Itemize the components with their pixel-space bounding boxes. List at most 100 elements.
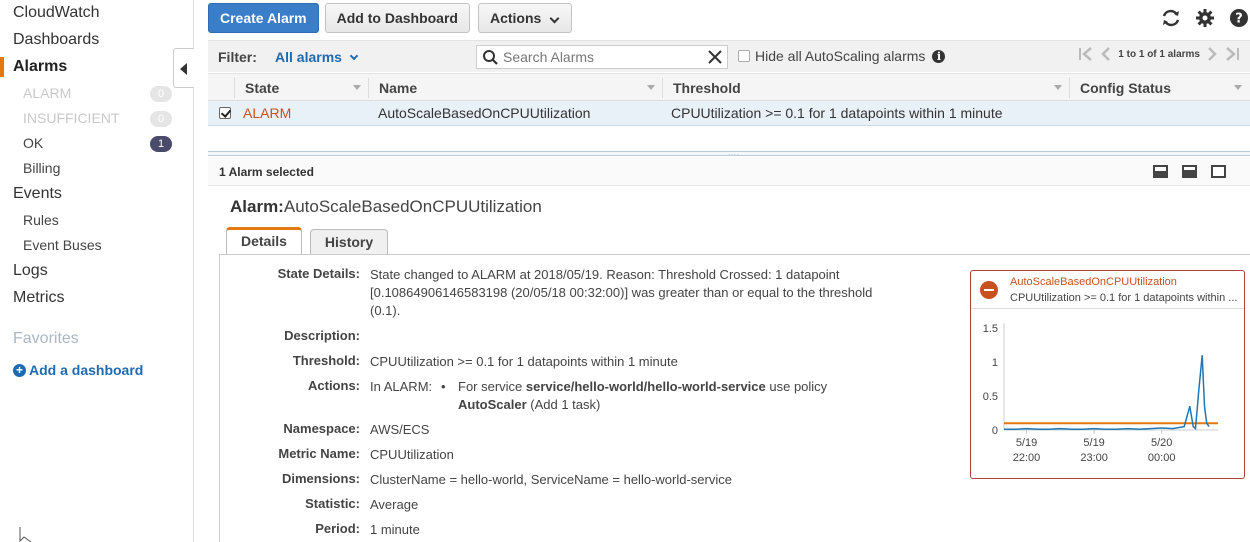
prev-page-icon[interactable]: [1100, 47, 1112, 61]
dimensions-label: Dimensions:: [281, 471, 360, 486]
column-threshold[interactable]: Threshold: [673, 80, 741, 96]
top-icons: ?: [1160, 7, 1250, 29]
next-page-icon[interactable]: [1206, 47, 1218, 61]
chevron-down-icon: [549, 13, 560, 24]
column-state[interactable]: State: [245, 80, 279, 96]
x-tick-label: 22:00: [1013, 452, 1041, 464]
x-tick-label: 5/19: [1083, 437, 1104, 449]
selection-bar: 1 Alarm selected: [208, 157, 1250, 186]
metric-name-label: Metric Name:: [278, 446, 360, 461]
add-to-dashboard-button[interactable]: Add to Dashboard: [324, 3, 470, 33]
table-header: State Name Threshold Config Status: [208, 73, 1250, 101]
x-tick-label: 5/19: [1016, 437, 1037, 449]
row-checkbox[interactable]: [219, 107, 231, 119]
y-tick-label: 0.5: [983, 391, 998, 403]
dimensions-value: ClusterName = hello-world, ServiceName =…: [370, 472, 732, 487]
namespace-label: Namespace:: [283, 421, 360, 436]
sidebar-item-rules[interactable]: Rules: [23, 212, 59, 228]
chevron-down-icon: [349, 51, 359, 61]
gear-icon[interactable]: [1194, 7, 1216, 29]
search-box: [476, 45, 728, 69]
actions-label: Actions:: [308, 378, 360, 393]
column-config-status[interactable]: Config Status: [1080, 80, 1171, 96]
search-icon: [483, 50, 498, 65]
help-icon[interactable]: ?: [1228, 7, 1250, 29]
filter-dropdown[interactable]: All alarms: [275, 49, 359, 65]
table-row[interactable]: ALARM AutoScaleBasedOnCPUUtilization CPU…: [208, 101, 1250, 126]
drag-handle-icon[interactable]: ....: [728, 150, 740, 157]
alarm-state-icon: [980, 281, 998, 299]
sort-icon[interactable]: [1054, 85, 1062, 90]
column-divider: [1069, 78, 1070, 98]
hide-autoscaling-toggle[interactable]: Hide all AutoScaling alarms i: [738, 48, 946, 64]
collapse-sidebar-button[interactable]: [173, 48, 194, 88]
chart-header: AutoScaleBasedOnCPUUtilization CPUUtiliz…: [971, 271, 1244, 309]
filter-value: All alarms: [275, 49, 342, 65]
threshold-label: Threshold:: [292, 353, 360, 368]
last-page-icon[interactable]: [1224, 47, 1240, 61]
close-icon[interactable]: [707, 49, 723, 65]
actions-text-c: (Add 1 task): [526, 397, 601, 412]
sidebar-item-insufficient[interactable]: INSUFFICIENT: [23, 110, 119, 126]
tab-history[interactable]: History: [309, 229, 389, 255]
actions-value: For service service/hello-world/hello-wo…: [458, 378, 858, 414]
refresh-icon[interactable]: [1160, 7, 1182, 29]
x-tick-label: 5/20: [1151, 437, 1172, 449]
bullet-icon: •: [441, 379, 446, 394]
y-tick-label: 1.5: [983, 323, 998, 335]
pane-splitter[interactable]: ....: [208, 150, 1250, 157]
layout-bottom-panel-icon[interactable]: [1153, 165, 1168, 178]
actions-text-b: use policy: [765, 379, 828, 394]
chart-plot: 1.5 1 0.5 0 5/19 22:00 5/19 23:00 5/20 00:00: [983, 323, 1218, 464]
create-alarm-button[interactable]: Create Alarm: [208, 3, 319, 33]
statistic-label: Statistic:: [305, 496, 360, 511]
actions-service: service/hello-world/hello-world-service: [525, 379, 766, 394]
hide-autoscaling-label: Hide all AutoScaling alarms: [755, 48, 926, 64]
alarm-count-badge: 0: [150, 86, 172, 102]
sort-icon[interactable]: [647, 85, 655, 90]
x-tick-label: 00:00: [1148, 452, 1176, 464]
column-divider: [234, 78, 235, 98]
info-icon[interactable]: i: [932, 49, 946, 63]
sidebar-item-events[interactable]: Events: [13, 185, 62, 203]
description-label: Description:: [284, 328, 360, 343]
add-dashboard-link[interactable]: + Add a dashboard: [13, 362, 143, 378]
sidebar-item-logs[interactable]: Logs: [13, 262, 48, 280]
row-state: ALARM: [243, 105, 292, 121]
statistic-value: Average: [370, 497, 419, 512]
row-threshold: CPUUtilization >= 0.1 for 1 datapoints w…: [671, 105, 1003, 121]
layout-split-panel-icon[interactable]: [1182, 165, 1197, 178]
sort-icon[interactable]: [353, 85, 361, 90]
hide-autoscaling-checkbox[interactable]: [738, 50, 750, 62]
alarm-mini-chart[interactable]: AutoScaleBasedOnCPUUtilization CPUUtiliz…: [970, 270, 1245, 479]
pager-text: 1 to 1 of 1 alarms: [1118, 48, 1200, 60]
sidebar-item-alarm-state[interactable]: ALARM: [23, 85, 71, 101]
actions-text-a: For service: [458, 379, 526, 394]
sidebar-item-ok[interactable]: OK: [23, 135, 43, 151]
column-divider: [662, 78, 663, 98]
sidebar-item-dashboards[interactable]: Dashboards: [13, 31, 99, 49]
search-input[interactable]: [503, 48, 703, 66]
x-tick-label: 23:00: [1080, 452, 1108, 464]
actions-dropdown[interactable]: Actions: [477, 3, 573, 33]
actions-label: Actions: [489, 10, 542, 26]
tab-details[interactable]: Details: [226, 227, 302, 255]
first-page-icon[interactable]: [1078, 47, 1094, 61]
threshold-value: CPUUtilization >= 0.1 for 1 datapoints w…: [370, 354, 678, 369]
toolbar: Create Alarm Add to Dashboard Actions: [208, 3, 573, 33]
layout-full-panel-icon[interactable]: [1211, 165, 1226, 178]
sidebar-item-billing[interactable]: Billing: [23, 160, 60, 176]
sidebar-item-alarms[interactable]: Alarms: [13, 58, 67, 76]
period-value: 1 minute: [370, 522, 420, 537]
add-dashboard-label: Add a dashboard: [29, 362, 144, 378]
filter-label: Filter:: [218, 49, 257, 65]
ok-count-badge: 1: [150, 136, 172, 152]
sidebar-item-cloudwatch[interactable]: CloudWatch: [13, 4, 100, 22]
namespace-value: AWS/ECS: [370, 422, 430, 437]
sidebar-item-event-buses[interactable]: Event Buses: [23, 237, 102, 253]
column-name[interactable]: Name: [379, 80, 417, 96]
sidebar-item-metrics[interactable]: Metrics: [13, 289, 65, 307]
y-tick-label: 0: [992, 425, 998, 437]
y-tick-label: 1: [992, 357, 998, 369]
sort-icon[interactable]: [1234, 85, 1242, 90]
